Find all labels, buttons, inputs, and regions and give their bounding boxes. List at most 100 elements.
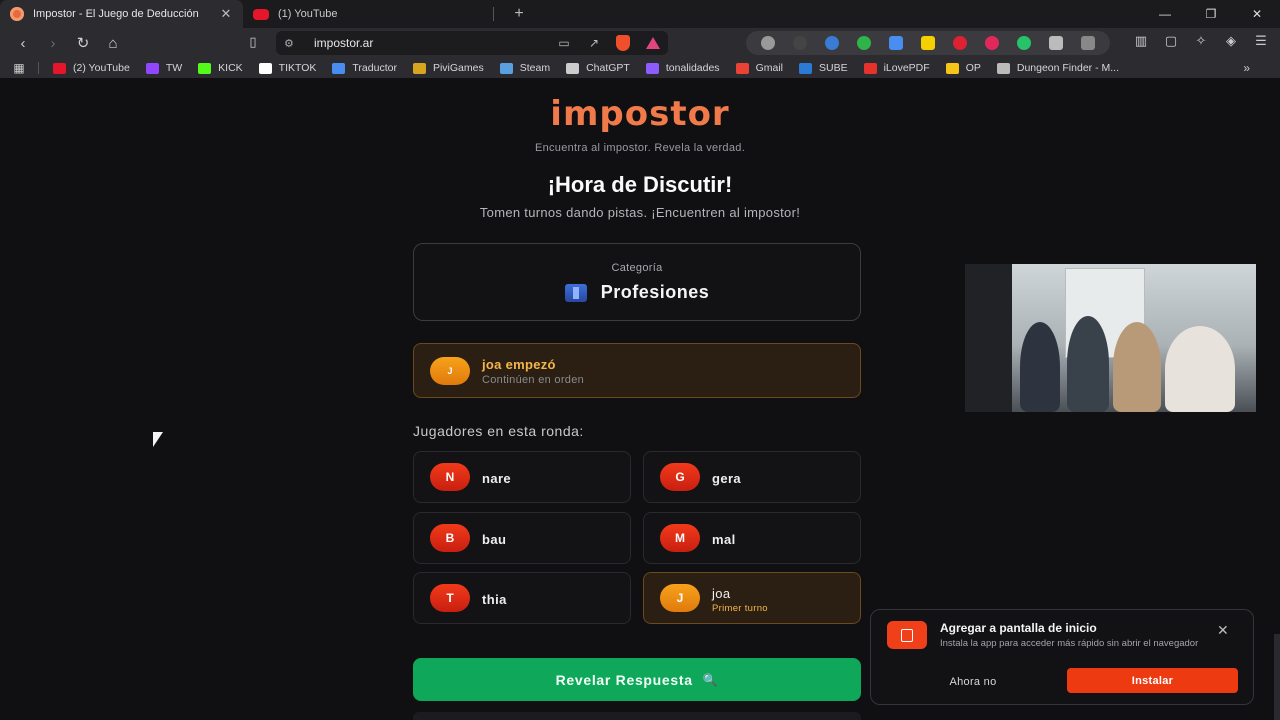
player-name: joa <box>712 586 731 601</box>
leo-ai-icon[interactable]: ✧ <box>1192 33 1210 51</box>
bookmark-item[interactable]: tonalidades <box>645 62 720 74</box>
window-controls: — ❐ ✕ <box>1142 0 1280 28</box>
bookmark-label: TW <box>165 62 183 74</box>
home-button[interactable]: ⌂ <box>98 28 128 58</box>
extension-icon[interactable] <box>825 36 839 50</box>
tab-title: (1) YouTube <box>278 8 338 20</box>
sidebar-icon[interactable]: ▥ <box>1132 33 1150 51</box>
url-text[interactable]: impostor.ar <box>314 36 544 50</box>
page-scrollbar[interactable] <box>1274 634 1280 720</box>
player-card-nare: N nare <box>413 451 631 503</box>
bookmark-label: PiviGames <box>432 62 484 74</box>
player-card-bau: B bau <box>413 512 631 564</box>
tab-youtube[interactable]: (1) YouTube <box>243 0 493 28</box>
webcam-person <box>1113 322 1161 412</box>
category-label: Categoría <box>611 262 663 274</box>
extension-icon[interactable] <box>1081 36 1095 50</box>
brave-shields-icon[interactable] <box>616 35 630 51</box>
forward-button[interactable]: › <box>38 28 68 58</box>
bookmark-favicon-icon <box>499 62 513 74</box>
bookmark-item[interactable]: KICK <box>198 62 243 74</box>
bookmark-label: Dungeon Finder - M... <box>1016 62 1119 74</box>
bookmark-page-icon[interactable]: ▯ <box>244 34 262 52</box>
browser-toolbar: ‹ › ↻ ⌂ ▯ ⚙ impostor.ar ▭ ↗ ▥ ▢ ✧ ◈ ☰ <box>0 28 1280 58</box>
bookmark-item[interactable]: Traductor <box>332 62 397 74</box>
webcam-overlay <box>965 264 1256 412</box>
bookmark-label: Gmail <box>755 62 783 74</box>
tagline: Encuentra al impostor. Revela la verdad. <box>534 142 746 154</box>
youtube-favicon-icon <box>253 8 269 20</box>
bookmark-label: ChatGPT <box>586 62 630 74</box>
webcam-person <box>1020 322 1060 412</box>
bookmark-item[interactable]: SUBE <box>798 62 848 74</box>
webcam-background-door <box>965 264 1012 412</box>
reveal-answer-button[interactable]: Revelar Respuesta 🔍 <box>413 658 861 701</box>
tab-strip: Impostor - El Juego de Deducción ✕ (1) Y… <box>0 0 1280 28</box>
starter-card: J joa empezó Continúen en orden <box>413 343 861 398</box>
bookmark-item[interactable]: PiviGames <box>412 62 484 74</box>
extension-icon[interactable] <box>985 36 999 50</box>
extension-icon[interactable] <box>857 36 871 50</box>
bookmark-item[interactable]: OP <box>945 62 981 74</box>
close-window-icon[interactable]: ✕ <box>1234 0 1280 28</box>
bookmark-label: (2) YouTube <box>73 62 130 74</box>
player-name: mal <box>712 532 736 547</box>
bookmark-item[interactable]: Dungeon Finder - M... <box>996 62 1119 74</box>
brave-rewards-icon[interactable] <box>646 37 660 49</box>
reload-button[interactable]: ↻ <box>68 28 98 58</box>
extension-icon[interactable] <box>953 36 967 50</box>
bookmark-item[interactable]: Gmail <box>735 62 783 74</box>
tab-impostor[interactable]: Impostor - El Juego de Deducción ✕ <box>0 0 243 28</box>
translate-extension-icon[interactable] <box>889 36 903 50</box>
webcam-person <box>1165 326 1235 412</box>
bookmark-favicon-icon <box>566 62 580 74</box>
page-subtitle: Tomen turnos dando pistas. ¡Encuentren a… <box>479 205 801 220</box>
wallet-icon[interactable]: ▢ <box>1162 33 1180 51</box>
minimize-icon[interactable]: — <box>1142 0 1188 28</box>
bookmark-favicon-icon <box>735 62 749 74</box>
bookmark-label: iLovePDF <box>883 62 930 74</box>
tab-divider <box>493 7 494 21</box>
bookmark-item[interactable]: ChatGPT <box>566 62 630 74</box>
page-title: ¡Hora de Discutir! <box>547 172 733 197</box>
bookmark-favicon-icon <box>258 62 272 74</box>
restore-icon[interactable]: ❐ <box>1188 0 1234 28</box>
more-bookmarks-icon[interactable]: » <box>1243 61 1250 75</box>
bookmark-item[interactable]: iLovePDF <box>863 62 930 74</box>
vpn-icon[interactable]: ◈ <box>1222 33 1240 51</box>
bookmark-favicon-icon <box>996 62 1010 74</box>
next-section-edge <box>413 712 861 720</box>
player-card-gera: G gera <box>643 451 861 503</box>
close-tab-icon[interactable]: ✕ <box>219 6 233 22</box>
close-icon[interactable]: ✕ <box>1217 622 1229 639</box>
reveal-answer-label: Revelar Respuesta <box>555 671 693 688</box>
extension-icon[interactable] <box>761 36 775 50</box>
share-icon[interactable]: ↗ <box>584 36 604 50</box>
site-settings-icon[interactable]: ⚙ <box>284 37 300 50</box>
bookmark-item[interactable]: (2) YouTube <box>53 62 130 74</box>
page-content: impostor Encuentra al impostor. Revela l… <box>0 78 1280 720</box>
avatar: T <box>430 584 470 612</box>
professions-icon <box>564 283 587 302</box>
players-heading: Jugadores en esta ronda: <box>413 423 584 439</box>
puzzle-icon[interactable] <box>1049 36 1063 50</box>
webcam-person <box>1067 316 1109 412</box>
bookmarks-bar: ▦ (2) YouTube TW KICK TIKTOK Traductor PiviGa… <box>0 58 1280 78</box>
apps-grid-icon[interactable]: ▦ <box>0 61 38 75</box>
bookmark-favicon-icon <box>332 62 346 74</box>
cast-icon[interactable]: ▭ <box>554 36 574 50</box>
new-tab-button[interactable]: + <box>504 5 534 23</box>
address-bar[interactable]: ⚙ impostor.ar ▭ ↗ <box>276 31 668 55</box>
bookmark-item[interactable]: Steam <box>499 62 550 74</box>
dismiss-button[interactable]: Ahora no <box>913 670 1033 694</box>
bookmark-label: SUBE <box>818 62 848 74</box>
bookmark-item[interactable]: TW <box>145 62 183 74</box>
bookmark-item[interactable]: TIKTOK <box>258 62 316 74</box>
menu-icon[interactable]: ☰ <box>1252 33 1270 51</box>
extension-icon[interactable] <box>1017 36 1031 50</box>
extension-icon[interactable] <box>793 36 807 50</box>
back-button[interactable]: ‹ <box>8 28 38 58</box>
avatar: J <box>660 584 700 612</box>
extension-icon[interactable] <box>921 36 935 50</box>
install-button[interactable]: Instalar <box>1067 668 1238 693</box>
